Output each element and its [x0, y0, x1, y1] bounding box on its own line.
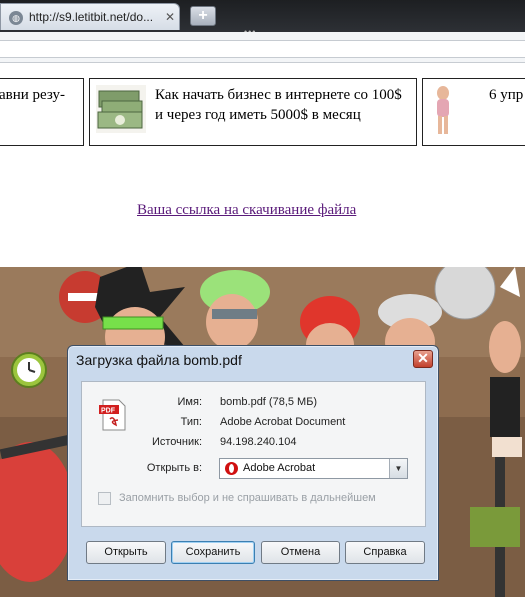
file-info-panel: PDF Имя: bomb.pdf (78,5 МБ) Тип: Adobe A… [81, 381, 426, 527]
ad-block[interactable]: Как начать бизнес в интернете со 100$ и … [89, 78, 417, 146]
download-dialog: Загрузка файла bomb.pdf ✕ PDF Имя: bomb.… [67, 345, 439, 581]
ad-block[interactable]: 6 упр [422, 78, 525, 146]
type-value: Adobe Acrobat Document [220, 416, 346, 428]
ad-text[interactable]: Как начать бизнес в интернете со 100$ и … [155, 85, 405, 125]
address-bar[interactable] [0, 40, 525, 58]
help-button[interactable]: Справка [345, 541, 425, 564]
type-label: Тип: [180, 416, 202, 428]
remember-checkbox[interactable] [98, 492, 111, 505]
browser-tab-strip: ◍ http://s9.letitbit.net/do... ✕ + ••• [0, 0, 525, 37]
tab-close-icon[interactable]: ✕ [163, 10, 177, 24]
ad-strip: авни резу- Как начать бизнес в интернете… [0, 78, 525, 148]
name-value: bomb.pdf (78,5 МБ) [220, 396, 318, 408]
cancel-button[interactable]: Отмена [261, 541, 340, 564]
open-with-select[interactable]: Adobe Acrobat ▼ [219, 458, 408, 479]
chevron-down-icon[interactable]: ▼ [389, 459, 407, 478]
globe-icon: ◍ [9, 11, 23, 25]
ad-text[interactable]: 6 упр [489, 85, 523, 105]
dialog-title: Загрузка файла bomb.pdf [76, 352, 242, 368]
browser-toolbar [0, 32, 525, 63]
pdf-icon-label: PDF [101, 408, 116, 415]
remember-label: Запомнить выбор и не спрашивать в дальне… [119, 492, 376, 504]
close-icon[interactable]: ✕ [413, 350, 433, 368]
adobe-acrobat-icon [225, 462, 238, 475]
save-button[interactable]: Сохранить [171, 541, 255, 564]
browser-tab[interactable]: ◍ http://s9.letitbit.net/do... ✕ [0, 3, 180, 30]
download-link[interactable]: Ваша ссылка на скачивание файла [137, 202, 356, 219]
money-image [96, 85, 146, 133]
tab-title: http://s9.letitbit.net/do... [29, 10, 154, 24]
source-value: 94.198.240.104 [220, 436, 297, 448]
name-label: Имя: [177, 396, 202, 408]
source-label: Источник: [151, 436, 202, 448]
ad-image [437, 86, 449, 134]
open-with-label: Открыть в: [146, 462, 202, 474]
open-button[interactable]: Открыть [86, 541, 166, 564]
new-tab-button[interactable]: + [190, 6, 216, 26]
ad-text[interactable]: авни резу- [0, 85, 65, 105]
ad-block[interactable]: авни резу- [0, 78, 84, 146]
open-with-value: Adobe Acrobat [243, 462, 316, 474]
